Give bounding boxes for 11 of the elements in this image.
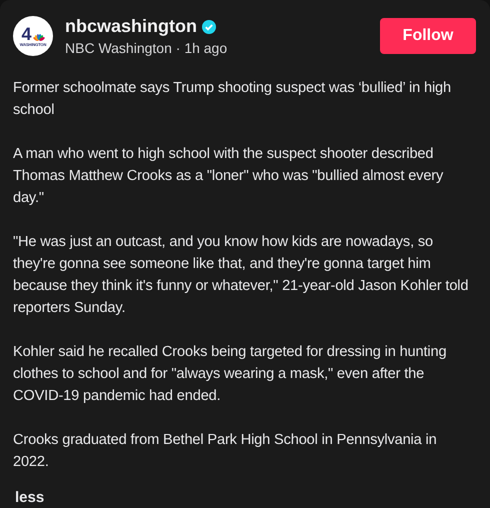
follow-button[interactable]: Follow <box>380 18 476 54</box>
post-paragraph: Kohler said he recalled Crooks being targeted for dressing in hunting clothes to school and for "always wearing a mask," even after the COVID-19 pandemic had ended. <box>13 343 448 406</box>
logo-number: 4 <box>21 26 32 42</box>
post-paragraph: "He was just an outcast, and you know how kids are nowadays, so they're gonna see someone like that, and they're gonna target him because they think it's funny or whatever," 21-year-old Jason Kohler told reporters Sunday. <box>13 233 470 318</box>
username[interactable]: nbcwashington <box>65 16 197 37</box>
post-paragraph: Crooks graduated from Bethel Park High School in Pennsylvania in 2022. <box>13 431 438 472</box>
peacock-icon <box>32 32 44 42</box>
post-paragraph: Former schoolmate says Trump shooting suspect was ‘bullied’ in high school <box>13 79 452 120</box>
author-subtitle: NBC Washington · 1h ago <box>65 40 228 56</box>
post-paragraph: A man who went to high school with the suspect shooter described Thomas Matthew Crooks as a "loner" who was "bullied almost every day." <box>13 145 444 208</box>
less-link[interactable]: less <box>15 489 44 506</box>
